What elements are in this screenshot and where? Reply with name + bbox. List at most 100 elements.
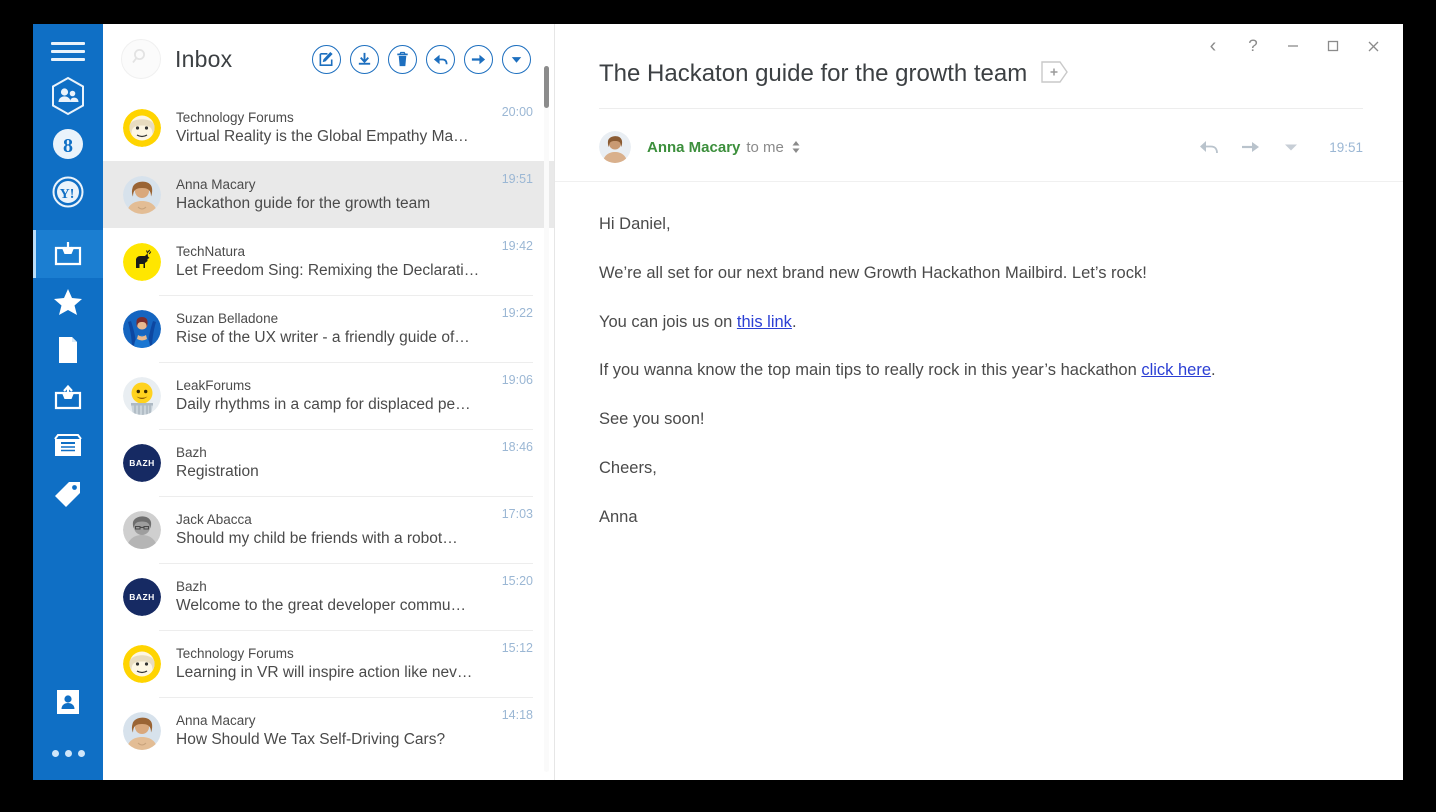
body-text: . <box>791 312 797 331</box>
sidebar-item-inbox[interactable] <box>33 230 103 278</box>
sidebar-item-google[interactable]: 8 <box>33 120 103 168</box>
close-button[interactable] <box>1353 24 1393 68</box>
window-controls: ‹ ? <box>1193 24 1393 68</box>
message-time: 19:51 <box>1329 139 1363 155</box>
email-list-column: Inbox Technology Forums Virtual Reality … <box>103 24 555 780</box>
more-dots-icon[interactable] <box>33 726 103 780</box>
compose-button[interactable] <box>312 44 341 74</box>
body-signoff: Cheers, <box>599 458 657 477</box>
maximize-button[interactable] <box>1313 24 1353 68</box>
sidebar-item-drafts[interactable] <box>33 326 103 374</box>
svg-text:BAZH: BAZH <box>129 458 155 468</box>
this-link[interactable]: this link <box>737 313 792 331</box>
list-item-subject: Should my child be friends with a robot… <box>176 529 458 547</box>
body-paragraph-1: We’re all set for our next brand new Gro… <box>599 263 1147 282</box>
sidebar-item-sent[interactable] <box>33 374 103 422</box>
more-button[interactable] <box>502 44 531 74</box>
search-input[interactable] <box>121 39 161 79</box>
dot <box>51 749 59 757</box>
tag-plus-icon <box>1041 60 1069 88</box>
svg-text:BAZH: BAZH <box>129 592 155 602</box>
sidebar-item-starred[interactable] <box>33 278 103 326</box>
reading-pane: ‹ ? The Hackaton guide for the growth te… <box>555 24 1403 780</box>
list-item-time: 18:46 <box>501 440 533 454</box>
page-title: The Hackaton guide for the growth team <box>599 60 1028 87</box>
list-scrollbar-thumb[interactable] <box>544 66 549 108</box>
reply-button[interactable] <box>426 44 455 74</box>
avatar <box>123 376 161 415</box>
forward-button[interactable] <box>1241 139 1261 155</box>
drafts-icon <box>56 335 80 365</box>
archive-button[interactable] <box>350 44 379 74</box>
sidebar-item-yahoo[interactable]: Y! <box>33 168 103 216</box>
avatar <box>599 131 631 163</box>
hamburger-line <box>51 41 85 45</box>
app-window: 8 Y! Inbox Technology Forums Virtual Rea… <box>33 24 1403 780</box>
list-item-text: Anna Macary How Should We Tax Self-Drivin… <box>176 713 492 749</box>
list-item[interactable]: Anna Macary Hackathon guide for the growt… <box>103 161 555 228</box>
list-scrollbar[interactable] <box>544 66 549 772</box>
hamburger-line <box>51 49 85 53</box>
avatar <box>123 711 161 750</box>
contacts-card-icon <box>55 688 81 716</box>
list-item-sender: Anna Macary <box>176 712 256 728</box>
list-item-text: Technology Forums Learning in VR will ins… <box>176 646 492 682</box>
list-item[interactable]: Technology Forums Learning in VR will ins… <box>103 630 555 697</box>
list-item-text: Anna Macary Hackathon guide for the growt… <box>176 177 492 213</box>
forward-button[interactable] <box>464 44 493 74</box>
sidebar-item-archive[interactable] <box>33 422 103 470</box>
help-button[interactable]: ? <box>1233 24 1273 68</box>
list-item-sender: Anna Macary <box>176 176 256 192</box>
list-item-sender: Jack Abacca <box>176 511 252 527</box>
list-item-subject: Rise of the UX writer - a friendly guide… <box>176 328 470 346</box>
svg-text:Y!: Y! <box>60 187 75 202</box>
delete-button[interactable] <box>388 44 417 74</box>
list-item-subject: Virtual Reality is the Global Empathy Ma… <box>176 127 469 145</box>
sidebar: 8 Y! <box>33 24 103 780</box>
list-item-time: 19:42 <box>501 239 533 253</box>
list-item-text: Bazh Welcome to the great developer commu… <box>176 579 492 615</box>
body-paragraph-4: See you soon! <box>599 410 705 428</box>
list-item-text: Jack Abacca Should my child be friends wi… <box>176 512 492 548</box>
inbox-icon <box>53 240 83 268</box>
minimize-button[interactable] <box>1273 24 1313 68</box>
hamburger-icon[interactable] <box>51 38 85 64</box>
list-item-subject: Learning in VR will inspire action like … <box>176 663 473 681</box>
sidebar-item-contacts[interactable] <box>33 72 103 120</box>
list-item[interactable]: BAZH Bazh Welcome to the great developer c… <box>103 563 555 630</box>
hamburger-line <box>51 57 85 61</box>
sidebar-item-contacts-card[interactable] <box>33 678 103 726</box>
list-item-time: 20:00 <box>501 105 533 119</box>
contacts-hex-icon <box>50 76 86 116</box>
list-item[interactable]: TechNatura Let Freedom Sing: Remixing the… <box>103 228 555 295</box>
sender-meta: Anna Macary to me <box>647 139 801 156</box>
list-item-time: 15:12 <box>501 641 533 655</box>
search-icon <box>130 46 152 73</box>
list-item-sender: Bazh <box>176 578 207 594</box>
add-tag-button[interactable] <box>1041 60 1069 88</box>
list-item[interactable]: Anna Macary How Should We Tax Self-Drivin… <box>103 697 555 764</box>
list-item-subject: How Should We Tax Self-Driving Cars? <box>176 730 446 748</box>
click-here-link[interactable]: click here <box>1141 361 1211 379</box>
list-item[interactable]: Jack Abacca Should my child be friends wi… <box>103 496 555 563</box>
reply-button[interactable] <box>1199 139 1219 155</box>
avatar <box>123 108 161 147</box>
list-item-sender: Technology Forums <box>176 645 294 661</box>
folder-title: Inbox <box>175 45 233 72</box>
list-item-time: 19:06 <box>501 373 533 387</box>
archive-icon <box>53 433 83 459</box>
list-item-time: 17:03 <box>501 507 533 521</box>
more-button[interactable] <box>1283 141 1299 153</box>
back-button[interactable]: ‹ <box>1193 24 1233 68</box>
sidebar-item-labels[interactable] <box>33 470 103 518</box>
list-item[interactable]: Suzan Belladone Rise of the UX writer - a… <box>103 295 555 362</box>
list-item[interactable]: Technology Forums Virtual Reality is the … <box>103 94 555 161</box>
email-list: Technology Forums Virtual Reality is the … <box>103 94 555 780</box>
body-paragraph-3: If you wanna know the top main tips to r… <box>599 358 1359 383</box>
list-item-subject: Registration <box>176 462 259 480</box>
list-item[interactable]: LeakForums Daily rhythms in a camp for di… <box>103 362 555 429</box>
message-body: Hi Daniel, We’re all set for our next br… <box>555 182 1403 553</box>
expand-details-icon[interactable] <box>791 139 801 155</box>
list-item-time: 19:22 <box>501 306 533 320</box>
list-item[interactable]: BAZH Bazh Registration 18:46 <box>103 429 555 496</box>
